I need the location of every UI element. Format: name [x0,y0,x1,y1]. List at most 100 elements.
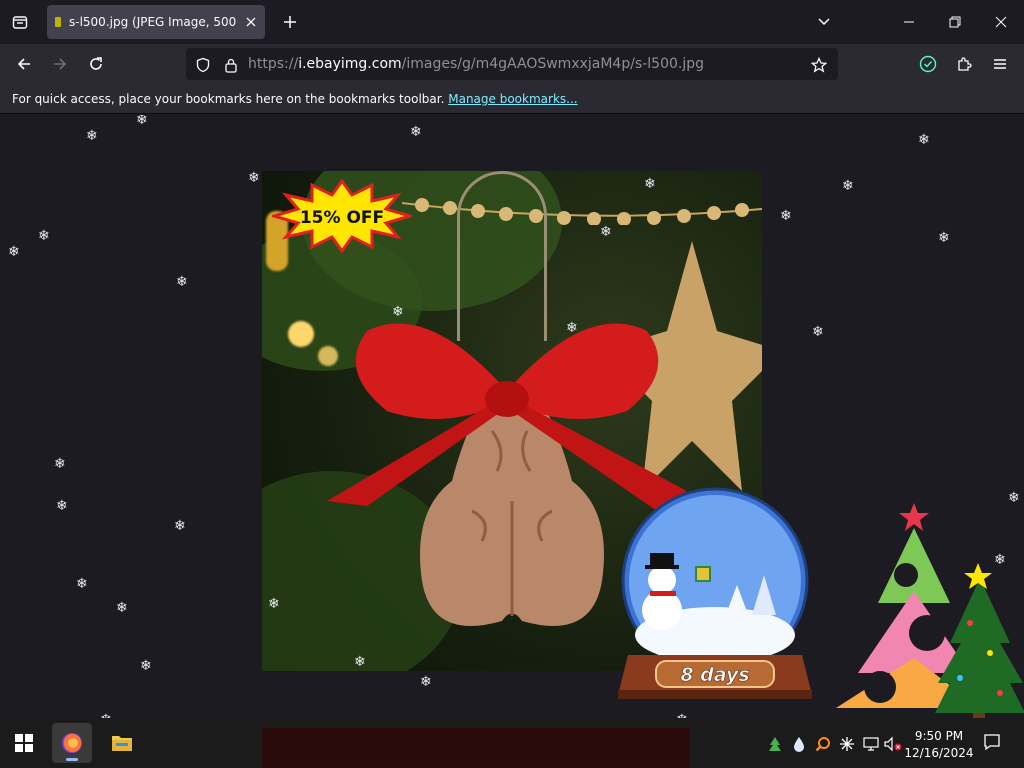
discount-badge: 15% OFF [272,179,412,253]
bookmark-page-button[interactable] [810,56,828,74]
tab-list-button[interactable] [6,8,34,36]
christmas-tree-widget[interactable] [830,493,1024,718]
snowflake-icon: ❄ [268,596,280,612]
water-drop-icon [794,737,804,752]
snowflake-icon: ❄ [54,456,66,472]
reload-icon [90,57,102,70]
network-icon [863,737,879,751]
snow-globe-widget[interactable]: 8 days [612,485,822,705]
tab-close-button[interactable] [243,14,259,30]
snowflake-icon: ❄ [136,115,148,128]
list-all-tabs-button[interactable] [812,10,836,34]
snowflake-icon: ❄ [842,178,854,194]
tab-active[interactable]: s-l500.jpg (JPEG Image, 500 × 500 pixels… [47,5,265,39]
close-window-button[interactable] [978,0,1024,44]
forward-icon [54,58,67,70]
snowflake-icon: ❄ [56,498,68,514]
snowflake-icon: ❄ [392,304,404,320]
windows-icon [15,734,33,752]
back-icon [17,58,30,70]
extensions-icon [958,57,972,71]
firefox-icon [62,733,82,753]
tray-volume-button[interactable] [884,735,902,753]
snowflake-icon: ❄ [420,674,432,690]
light-bokeh [288,321,314,347]
snowflake-icon: ❄ [354,654,366,670]
snowflake-icon: ❄ [38,228,50,244]
snowflake-icon: ❄ [140,658,152,674]
snowflake-icon: ❄ [116,600,128,616]
bookmarks-toolbar: For quick access, place your bookmarks h… [0,84,1024,114]
tray-snowflake-icon[interactable] [838,735,856,753]
close-icon [995,16,1007,28]
tray-search-icon[interactable] [814,735,832,753]
back-button[interactable] [10,50,38,78]
star-icon [811,57,827,73]
tab-title: s-l500.jpg (JPEG Image, 500 × 500 pixels… [69,15,239,29]
manage-bookmarks-link[interactable]: Manage bookmarks... [448,92,577,106]
lock-icon [225,58,237,73]
snowflake-icon: ❄ [1008,490,1020,506]
pocket-icon [919,55,937,73]
address-bar[interactable]: https://i.ebayimg.com/images/g/m4gAAOSwm… [186,48,838,80]
minimize-button[interactable] [886,0,932,44]
extensions-button[interactable] [950,50,978,78]
maximize-icon [949,16,961,28]
menu-icon [994,59,1006,69]
tab-list-icon [12,16,28,29]
taskbar: 9:50 PM 12/16/2024 [0,718,1024,768]
days-until-christmas: 8 days [680,664,749,686]
notification-center-button[interactable] [980,730,1004,754]
plus-icon [284,16,296,28]
tray-tree-icon[interactable] [766,735,784,753]
system-clock[interactable]: 9:50 PM 12/16/2024 [902,728,976,762]
snowflake-icon: ❄ [600,224,612,240]
snowflake-icon: ❄ [8,244,20,260]
minimize-icon [904,21,914,23]
close-icon [246,17,256,27]
red-ribbon-bow [327,323,687,511]
discount-badge-text: 15% OFF [300,208,384,228]
image-favicon-icon [55,17,61,27]
clock-time: 9:50 PM [914,729,964,743]
shield-icon [196,57,210,73]
search-icon [815,737,830,752]
snowflake-icon: ❄ [76,576,88,592]
snowflake-icon: ❄ [176,274,188,290]
gold-bead-garland [402,198,762,225]
snowflake-icon: ❄ [644,176,656,192]
url-text[interactable]: https://i.ebayimg.com/images/g/m4gAAOSwm… [248,56,704,72]
tray-network-icon[interactable] [862,735,880,753]
snowflake-icon: ❄ [938,230,950,246]
tracking-protection-button[interactable] [194,56,212,74]
volume-muted-icon [884,736,902,752]
browser-window: s-l500.jpg (JPEG Image, 500 × 500 pixels… [0,0,1024,718]
bookmarks-message: For quick access, place your bookmarks h… [12,92,445,106]
url-host: i.ebayimg.com [298,56,402,72]
reload-button[interactable] [82,50,110,78]
site-security-button[interactable] [222,56,240,74]
app-menu-button[interactable] [986,50,1014,78]
new-tab-button[interactable] [278,10,302,34]
tree-icon [769,737,781,751]
snowflake-icon [840,737,854,751]
url-path: /images/g/m4gAAOSwmxxjaM4p/s-l500.jpg [401,56,705,72]
snowflake-icon: ❄ [566,320,578,336]
taskbar-background-strip [262,728,690,768]
maximize-button[interactable] [932,0,978,44]
snowflake-icon: ❄ [780,208,792,224]
navigation-toolbar: https://i.ebayimg.com/images/g/m4gAAOSwm… [0,44,1024,84]
bookmarks-hint: For quick access, place your bookmarks h… [12,92,578,106]
page-content: 15% OFF 8 days ❄ ❄ ❄ ❄ ❄ ❄ ❄ ❄ ❄ ❄ ❄ ❄ ❄… [0,115,1024,718]
snowflake-icon: ❄ [86,128,98,144]
taskbar-file-explorer[interactable] [102,723,142,763]
snowflake-icon: ❄ [812,324,824,340]
start-button[interactable] [4,723,44,763]
forward-button[interactable] [46,50,74,78]
taskbar-firefox[interactable] [52,723,92,763]
pocket-button[interactable] [914,50,942,78]
snowflake-icon: ❄ [248,170,260,186]
snowflake-icon: ❄ [994,552,1006,568]
chevron-down-icon [818,18,830,26]
tray-drop-icon[interactable] [790,735,808,753]
